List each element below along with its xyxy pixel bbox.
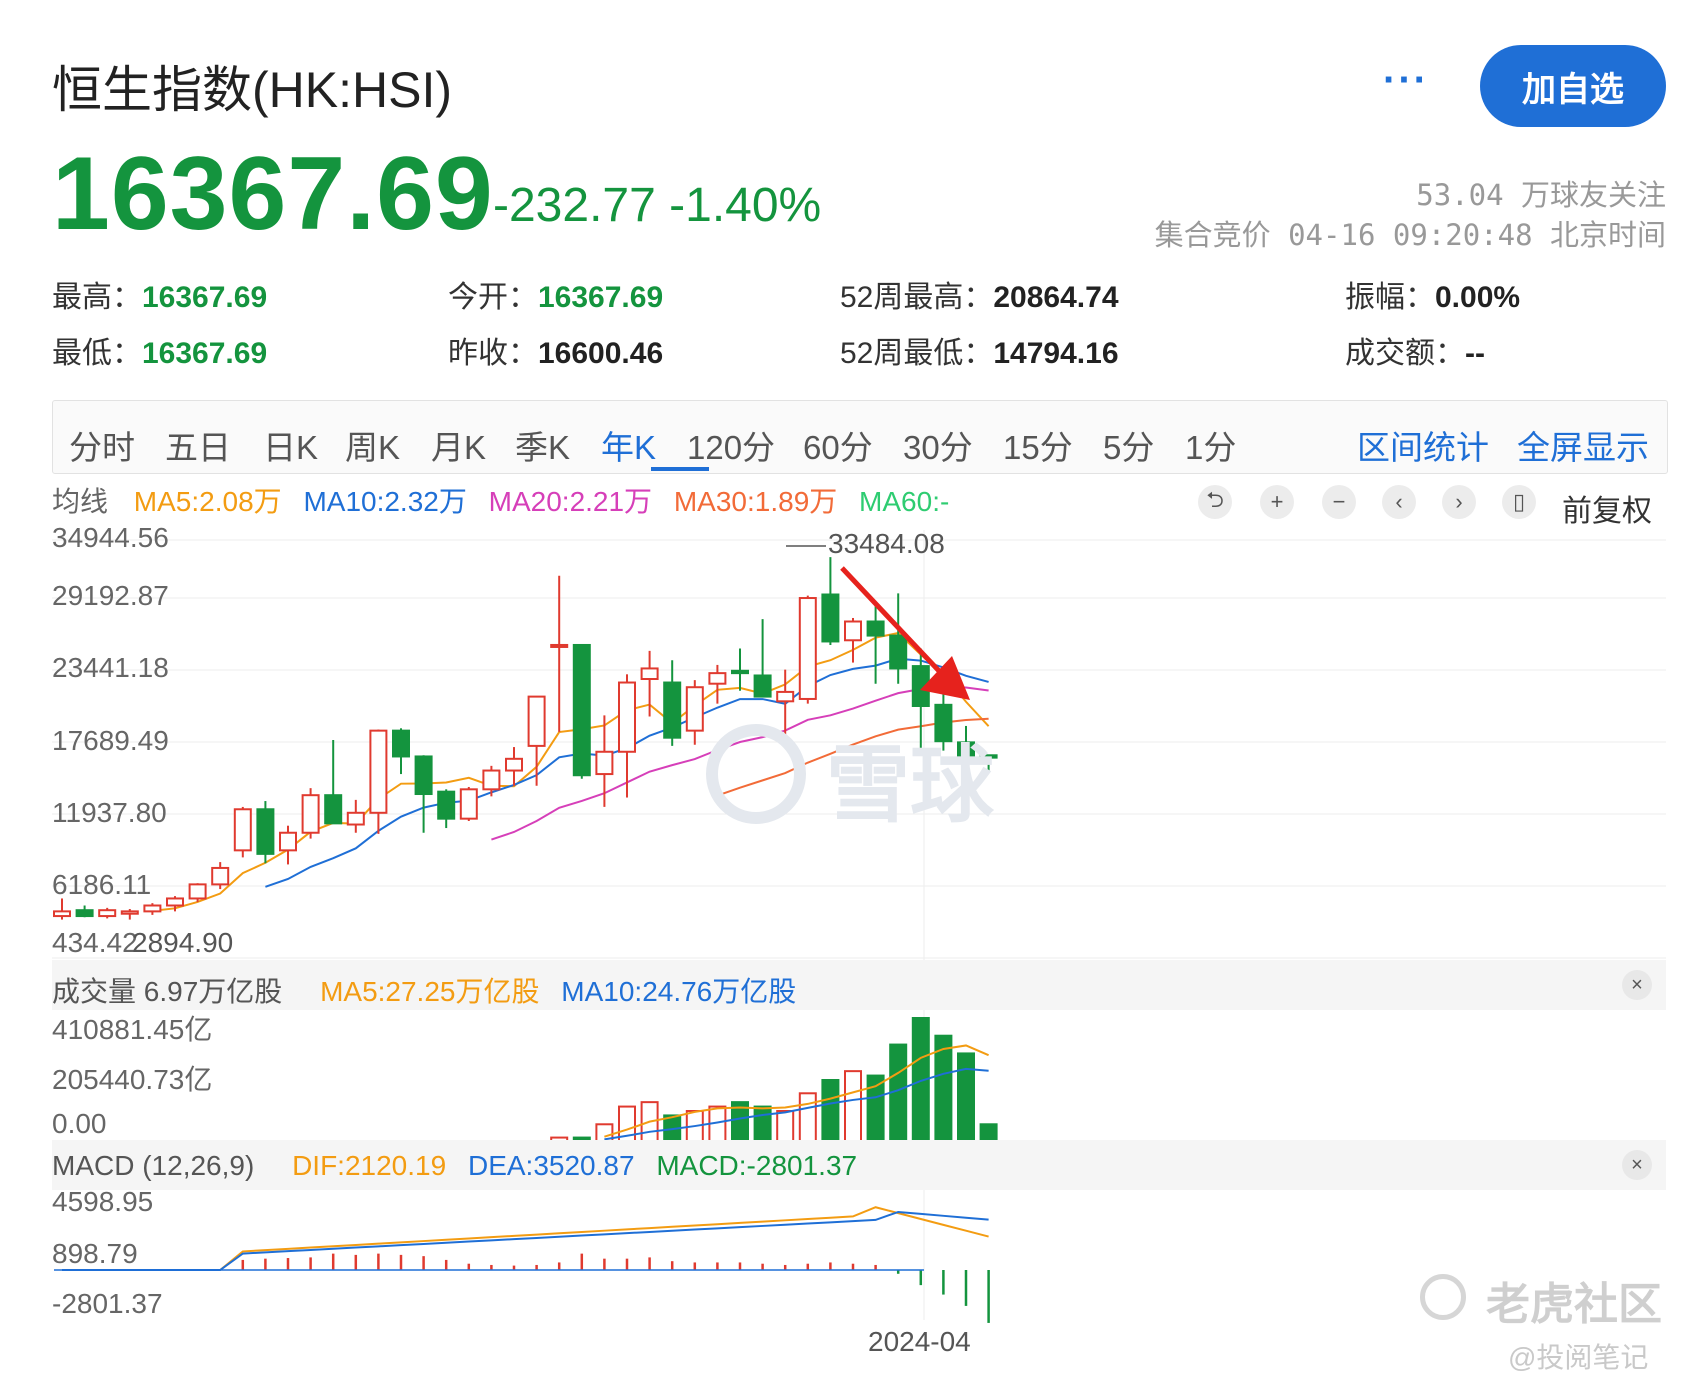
- candle-body: [211, 866, 230, 886]
- candle-body: [301, 794, 320, 834]
- candle-body: [75, 909, 94, 918]
- candle-body: [392, 729, 410, 758]
- candle-body: [143, 904, 162, 913]
- candle-body: [798, 597, 817, 700]
- candle-body: [256, 808, 275, 855]
- candle-body: [753, 674, 772, 698]
- xueqiu-watermark: 雪球: [826, 738, 995, 832]
- candle-body: [685, 686, 704, 732]
- macd-legend-label: MACD (12,26,9): [52, 1150, 255, 1181]
- macd-y-tick: 4598.95: [52, 1186, 154, 1217]
- vol-ma10-legend: MA10:24.76万亿股: [561, 976, 797, 1007]
- candle-body: [550, 643, 569, 648]
- candle-body: [166, 897, 184, 907]
- y-tick: 34944.56: [52, 522, 169, 553]
- vol-y-tick: 0.00: [52, 1108, 107, 1139]
- candle-body: [482, 769, 501, 791]
- candle-body: [663, 681, 682, 739]
- volume-bar: [776, 1110, 795, 1143]
- vol-y-tick: 410881.45亿: [52, 1014, 213, 1045]
- vol-y-tick: 205440.73亿: [52, 1064, 213, 1095]
- candle-body: [369, 729, 388, 814]
- candle-body: [437, 790, 456, 820]
- candle-body: [572, 643, 591, 777]
- close-volume-icon[interactable]: ×: [1622, 970, 1652, 1000]
- candle-body: [618, 681, 636, 753]
- dea-legend: DEA:3520.87: [467, 1150, 635, 1181]
- y-tick: 17689.49: [52, 725, 169, 756]
- y-tick: 11937.80: [52, 797, 167, 828]
- dif-legend: DIF:2120.19: [292, 1150, 447, 1181]
- macd-legend: MACD (12,26,9) DIF:2120.19 DEA:3520.87 M…: [52, 1150, 857, 1182]
- volume-legend: 成交量 6.97万亿股 MA5:27.25万亿股 MA10:24.76万亿股: [52, 970, 796, 1010]
- macd-value-legend: MACD:-2801.37: [656, 1150, 858, 1181]
- volume-bar: [753, 1105, 772, 1143]
- volume-bar: [798, 1092, 817, 1144]
- macd-y-tick: -2801.37: [52, 1288, 163, 1319]
- tiger-logo-icon: [1420, 1274, 1466, 1320]
- candle-body: [595, 750, 614, 776]
- min-price-annotation: 2894.90: [132, 927, 234, 958]
- y-tick: 23441.18: [52, 652, 169, 683]
- candle-body: [98, 909, 117, 918]
- dea-line: [62, 1210, 989, 1271]
- max-price-annotation: 33484.08: [828, 528, 945, 559]
- candle-body: [776, 690, 795, 703]
- candle-body: [324, 794, 343, 825]
- vol-ma10-line: [604, 1067, 989, 1141]
- candle-body: [889, 634, 908, 670]
- y-tick: 6186.11: [52, 869, 152, 900]
- candle-body: [844, 620, 862, 642]
- candle-body: [53, 910, 71, 918]
- candle-body: [640, 667, 659, 681]
- candle-body: [233, 808, 252, 852]
- volume-bar: [957, 1052, 975, 1144]
- candle-body: [120, 910, 139, 915]
- candle-body: [866, 620, 885, 637]
- volume-bar: [844, 1070, 862, 1143]
- candle-body: [279, 831, 297, 852]
- candle-body: [459, 788, 478, 820]
- candle-body: [527, 695, 546, 747]
- xueqiu-logo-icon: [706, 724, 806, 824]
- volume-legend-label: 成交量 6.97万亿股: [52, 976, 283, 1007]
- y-tick: 29192.87: [52, 580, 169, 611]
- tiger-watermark: 老虎社区: [1486, 1280, 1662, 1329]
- candle-body: [731, 669, 749, 675]
- volume-bar: [889, 1043, 908, 1143]
- candle-body: [708, 672, 727, 685]
- candle-body: [414, 755, 433, 796]
- x-axis-label: 2024-04: [868, 1326, 971, 1357]
- close-macd-icon[interactable]: ×: [1622, 1150, 1652, 1180]
- candle-body: [346, 811, 365, 826]
- author-watermark: @投阅笔记: [1508, 1342, 1649, 1373]
- candle-body: [505, 757, 523, 772]
- candle-body: [821, 593, 840, 643]
- vol-ma5-line: [604, 1044, 989, 1138]
- candle-body: [188, 883, 207, 900]
- volume-bar: [821, 1079, 840, 1143]
- vol-ma5-legend: MA5:27.25万亿股: [320, 976, 540, 1007]
- y-tick: 434.42: [52, 927, 138, 958]
- macd-y-tick: 898.79: [52, 1238, 138, 1269]
